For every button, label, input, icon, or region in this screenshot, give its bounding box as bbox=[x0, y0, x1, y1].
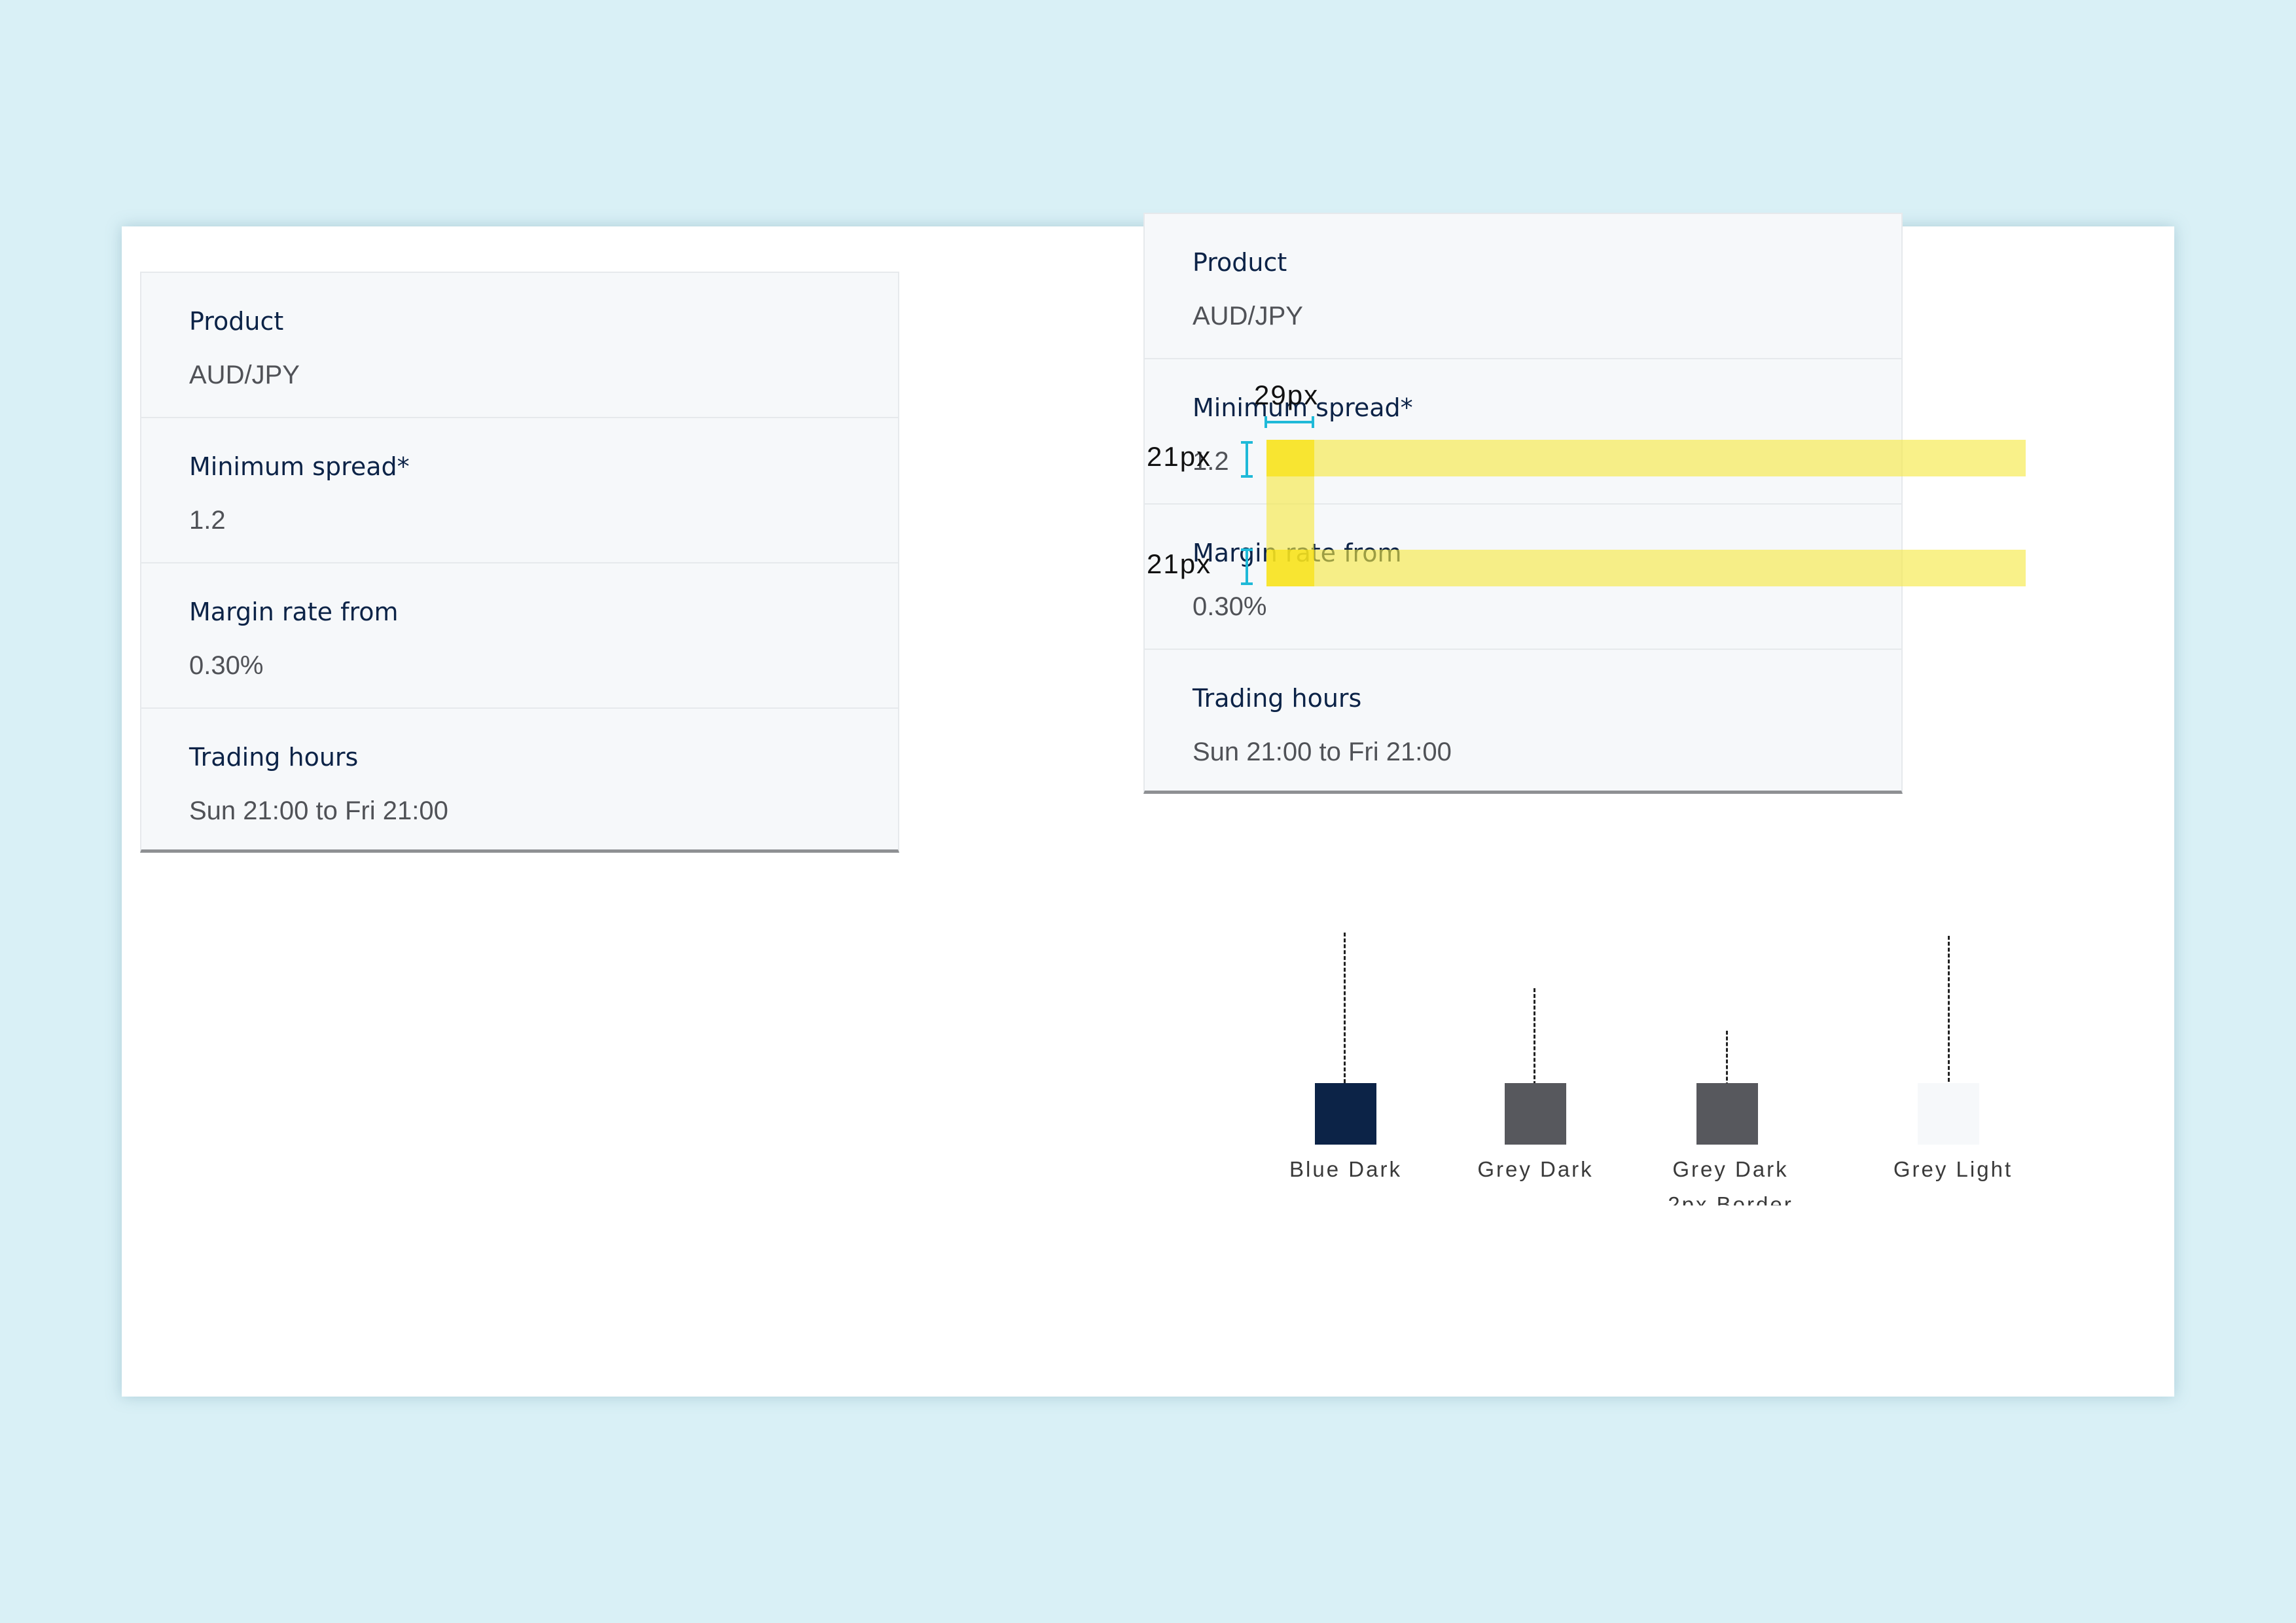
row-value: AUD/JPY bbox=[189, 361, 300, 389]
color-swatch-grey-dark bbox=[1505, 1083, 1566, 1145]
row-label: Minimum spread* bbox=[189, 452, 410, 481]
top-padding-dimension: 21px bbox=[1147, 441, 1212, 472]
color-swatch-blue-dark bbox=[1315, 1083, 1376, 1145]
row-value: Sun 21:00 to Fri 21:00 bbox=[1193, 738, 1452, 766]
vertical-dimension-marker bbox=[1241, 441, 1253, 478]
table-row-product: Product AUD/JPY bbox=[1143, 213, 1903, 358]
row-label: Margin rate from bbox=[189, 597, 399, 626]
leader-line bbox=[1534, 988, 1535, 1085]
table-row-product: Product AUD/JPY bbox=[140, 272, 899, 417]
swatch-label: Grey Dark bbox=[1672, 1157, 1789, 1181]
swatch-label: Grey Light bbox=[1893, 1157, 2013, 1181]
table-row-margin-rate: Margin rate from 0.30% bbox=[140, 562, 899, 707]
corner-highlight bbox=[1266, 440, 1314, 476]
color-swatch-grey-dark-border bbox=[1696, 1083, 1758, 1145]
swatch-sublabel: 2px Border bbox=[1668, 1192, 1793, 1205]
table-row-trading-hours: Trading hours Sun 21:00 to Fri 21:00 bbox=[1143, 649, 1903, 794]
row-value: 1.2 bbox=[189, 506, 226, 535]
row-label: Product bbox=[1193, 248, 1287, 277]
leader-line bbox=[1344, 933, 1346, 1083]
vertical-dimension-marker bbox=[1241, 548, 1253, 585]
bottom-padding-dimension: 21px bbox=[1147, 548, 1212, 579]
color-swatch-grey-light bbox=[1918, 1083, 1979, 1145]
annotated-product-table: Product AUD/JPY Minimum spread* 1.2 Marg… bbox=[1143, 213, 1903, 794]
leader-line bbox=[1726, 1031, 1728, 1086]
row-value: 0.30% bbox=[189, 651, 264, 680]
row-value: Sun 21:00 to Fri 21:00 bbox=[189, 796, 448, 825]
bottom-padding-highlight bbox=[1266, 550, 2026, 586]
table-row-trading-hours: Trading hours Sun 21:00 to Fri 21:00 bbox=[140, 707, 899, 853]
top-padding-highlight bbox=[1266, 440, 2026, 476]
product-details-table: Product AUD/JPY Minimum spread* 1.2 Marg… bbox=[140, 272, 899, 853]
row-value: AUD/JPY bbox=[1193, 302, 1303, 330]
row-value: 0.30% bbox=[1193, 592, 1267, 621]
row-label: Trading hours bbox=[1193, 684, 1362, 713]
swatch-label: Blue Dark bbox=[1289, 1157, 1402, 1181]
left-padding-highlight bbox=[1266, 476, 1314, 550]
row-label: Trading hours bbox=[189, 743, 359, 772]
leader-line bbox=[1948, 936, 1950, 1088]
row-label: Product bbox=[189, 307, 284, 336]
corner-highlight bbox=[1266, 550, 1314, 586]
horizontal-padding-dimension: 29px bbox=[1254, 380, 1319, 410]
swatch-label: Grey Dark bbox=[1477, 1157, 1594, 1181]
table-row-minimum-spread: Minimum spread* 1.2 bbox=[140, 417, 899, 562]
horizontal-dimension-marker bbox=[1265, 416, 1314, 428]
